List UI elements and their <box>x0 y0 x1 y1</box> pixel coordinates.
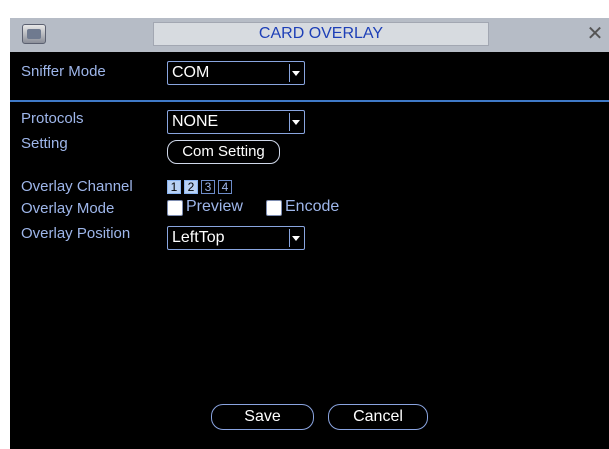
save-button[interactable]: Save <box>211 404 314 430</box>
overlay-position-value: LeftTop <box>172 229 225 246</box>
overlay-mode-label: Overlay Mode <box>21 200 115 217</box>
separator <box>10 100 609 102</box>
sniffer-mode-select[interactable]: COM <box>167 61 305 85</box>
title-bar: CARD OVERLAY ✕ <box>10 18 609 52</box>
encode-label: Encode <box>285 198 340 215</box>
setting-label: Setting <box>21 135 68 152</box>
overlay-position-label: Overlay Position <box>21 225 131 242</box>
overlay-position-select[interactable]: LeftTop <box>167 226 305 250</box>
app-icon <box>22 24 46 44</box>
protocols-label: Protocols <box>21 110 84 127</box>
chevron-down-icon <box>289 64 302 82</box>
channel-3-toggle[interactable]: 3 <box>201 180 215 194</box>
sniffer-mode-label: Sniffer Mode <box>21 63 106 80</box>
channel-2-toggle[interactable]: 2 <box>184 180 198 194</box>
channel-4-toggle[interactable]: 4 <box>218 180 232 194</box>
window-title: CARD OVERLAY <box>153 22 489 46</box>
chevron-down-icon <box>289 113 302 131</box>
overlay-channel-label: Overlay Channel <box>21 178 133 195</box>
channel-1-toggle[interactable]: 1 <box>167 180 181 194</box>
sniffer-mode-value: COM <box>172 64 210 81</box>
preview-label: Preview <box>186 198 243 215</box>
cancel-button[interactable]: Cancel <box>328 404 428 430</box>
protocols-value: NONE <box>172 113 219 130</box>
close-icon[interactable]: ✕ <box>585 24 605 44</box>
card-overlay-window: CARD OVERLAY ✕ Sniffer Mode COM Protocol… <box>10 18 609 449</box>
com-setting-button[interactable]: Com Setting <box>167 140 280 164</box>
protocols-select[interactable]: NONE <box>167 110 305 134</box>
encode-checkbox[interactable] <box>266 200 282 216</box>
chevron-down-icon <box>289 229 302 247</box>
preview-checkbox[interactable] <box>167 200 183 216</box>
